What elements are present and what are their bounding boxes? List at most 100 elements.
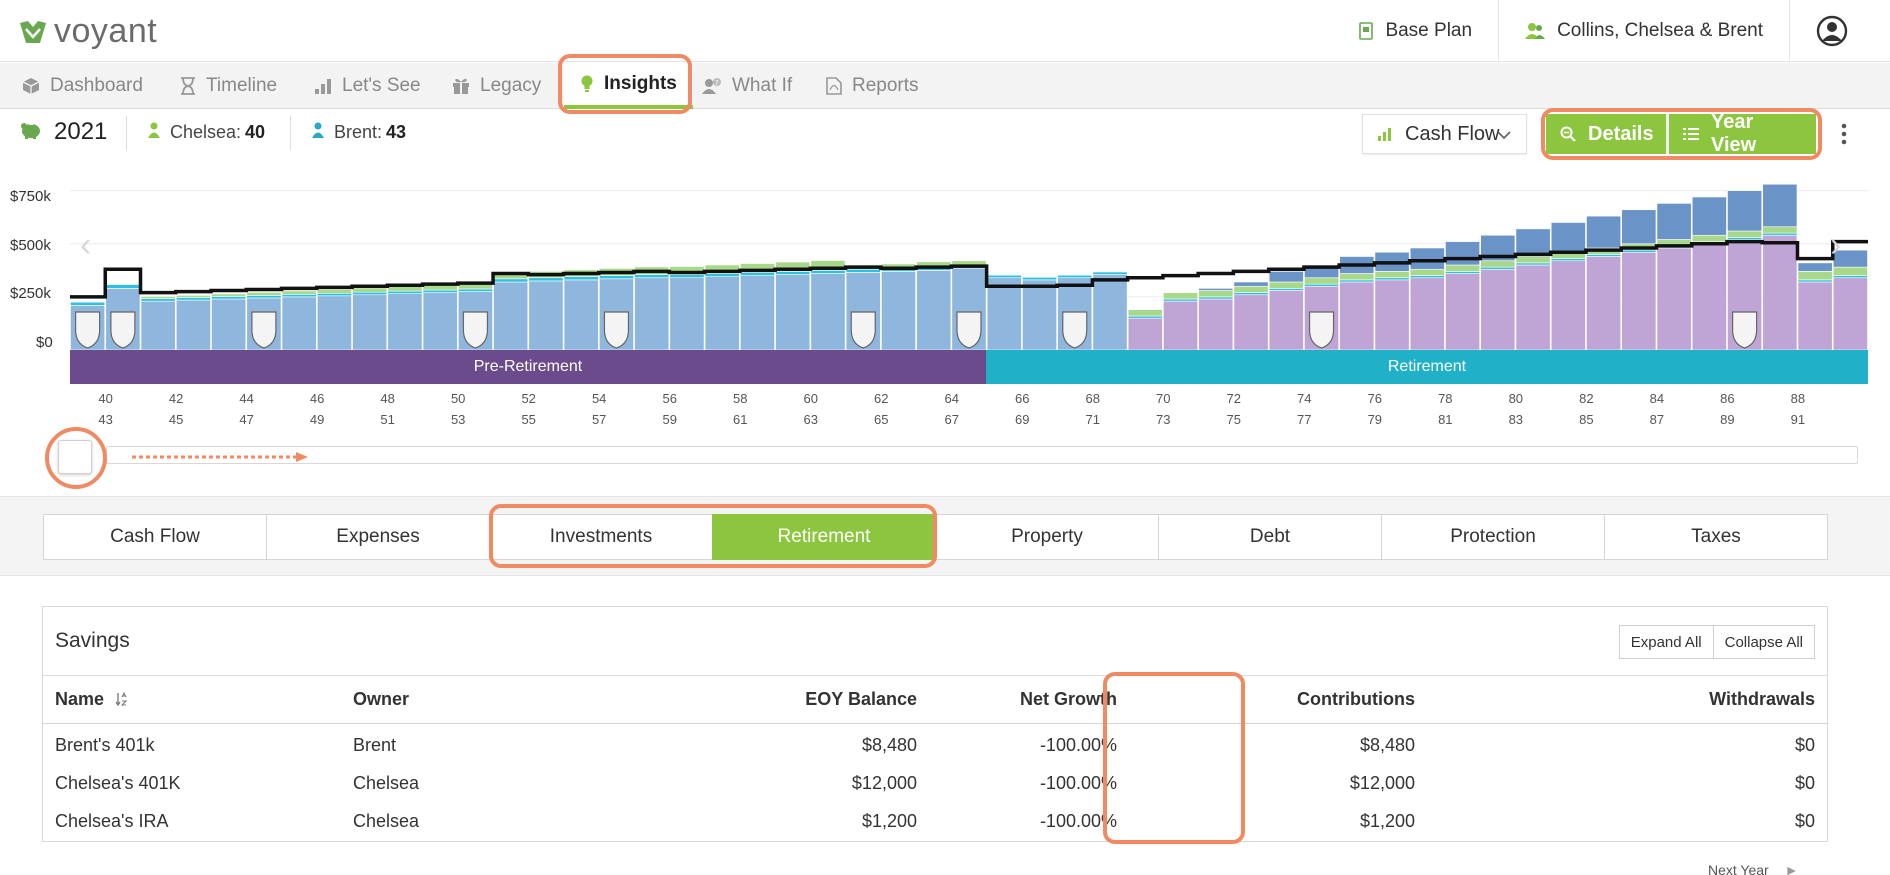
chart-bar-segment [1163,298,1198,302]
collapse-all-button[interactable]: Collapse All [1713,625,1815,659]
chart-prev-arrow-icon[interactable]: ‹ [80,226,91,265]
chart-bar-segment [211,296,247,300]
age-tick-label: 71 [1085,412,1100,427]
divider [43,675,1827,676]
chart-bar-segment [1832,266,1868,276]
chart-bar-segment [634,277,670,351]
chart-bar-segment [704,276,740,351]
age-tick-label: 52 [521,391,536,406]
column-header-net-growth[interactable]: Net Growth [943,689,1117,710]
age-tick-label: 74 [1297,391,1312,406]
savings-panel: Savings Expand All Collapse All Name Own… [42,606,1828,842]
chart-bar-segment [1550,260,1586,351]
chart-bar-segment [175,297,211,301]
tab-investments[interactable]: Investments [489,514,713,560]
tab-label: Taxes [1691,526,1741,547]
age-tick-label: 44 [239,391,254,406]
shield-icon [1062,311,1088,349]
chart-bar-segment [422,289,458,293]
chart-bar-segment [1762,226,1798,234]
chart-bar-segment [563,276,599,281]
chart-bar-segment [1691,196,1727,236]
chart-bar-segment [1268,281,1304,289]
column-header-owner[interactable]: Owner [353,689,409,710]
drag-arrow-icon [132,452,308,462]
column-header-contributions[interactable]: Contributions [1143,689,1415,710]
chart-bar-segment [1198,290,1234,298]
chart-bar-segment [1656,247,1692,351]
age-tick-label: 77 [1297,412,1312,427]
tab-retirement[interactable]: Retirement [712,514,936,560]
age-tick-label: 80 [1508,391,1524,406]
column-label: Name [55,689,105,709]
cell-owner: Brent [353,735,397,755]
age-tick-label: 68 [1085,391,1100,406]
chart-bar-segment [845,268,881,273]
chart-bar-segment [70,301,106,306]
tab-label: Debt [1249,526,1291,547]
tab-label: Protection [1450,526,1536,547]
chart-bar-segment [1656,203,1692,240]
age-tick-label: 40 [98,391,113,406]
tab-protection[interactable]: Protection [1381,514,1605,560]
tab-label: Property [1011,526,1083,547]
age-tick-label: 42 [168,391,184,406]
chart-bar-segment [1409,268,1445,276]
chart-bar-segment [1233,294,1269,351]
chart-bar-segment [775,274,811,351]
cash-flow-chart[interactable] [0,0,1890,360]
chart-next-arrow-icon[interactable]: › [1830,226,1841,265]
chart-bar-segment [916,270,952,351]
chart-bar-segment [1586,256,1622,351]
chart-bar-segment [1762,183,1798,228]
chart-bar-segment [1374,271,1410,279]
age-tick-label: 57 [591,412,607,427]
chart-bar-segment [1445,271,1480,274]
age-tick-label: 59 [662,412,677,427]
phase-retirement: Retirement [986,350,1868,384]
chart-bar-segment [1586,254,1622,257]
cell-net-growth: -100.00% [1039,811,1117,831]
column-header-withdrawals[interactable]: Withdrawals [1543,689,1815,710]
chart-bar-segment [1762,232,1798,236]
cell-eoy-balance: $1,200 [861,811,917,831]
chart-bar-segment [1233,285,1269,293]
chart-bar-segment [1480,268,1516,351]
chart-bar-segment [1797,262,1833,272]
chart-bar-segment [1339,281,1375,351]
chart-bar-segment [1515,264,1551,351]
chart-bar-segment [352,291,388,296]
tab-label: Retirement [777,526,871,547]
shield-icon [75,311,101,349]
age-tick-label: 66 [1015,391,1030,406]
column-header-name[interactable]: Name [55,689,128,711]
chart-bar-segment [1832,277,1868,351]
chart-bar-segment [528,280,564,351]
cell-contributions: $8,480 [1359,735,1415,755]
sort-icon[interactable] [115,690,128,711]
chart-bar-segment [352,294,388,351]
age-tick-label: 62 [874,391,889,406]
age-tick-label: 75 [1226,412,1242,427]
chart-bar-segment [1268,271,1304,283]
tab-cash-flow[interactable]: Cash Flow [43,514,267,560]
age-tick-label: 79 [1367,412,1383,427]
age-tick-label: 47 [239,412,254,427]
phase-pre-retirement: Pre-Retirement [70,350,986,384]
tab-debt[interactable]: Debt [1158,514,1382,560]
tab-label: Expenses [336,526,420,547]
chart-bar-segment [211,298,247,351]
shield-icon [1732,311,1758,349]
tab-taxes[interactable]: Taxes [1604,514,1828,560]
next-year-link[interactable]: Next Year ► [1708,862,1798,875]
tab-expenses[interactable]: Expenses [266,514,490,560]
chart-bar-segment [1515,228,1551,257]
column-header-eoy-balance[interactable]: EOY Balance [643,689,917,710]
chart-bar-segment [140,298,176,302]
age-tick-label: 56 [662,391,677,406]
age-tick-label: 63 [803,412,818,427]
age-tick-label: 85 [1579,412,1594,427]
expand-all-button[interactable]: Expand All [1618,625,1714,659]
tab-property[interactable]: Property [935,514,1159,560]
timeline-scrollbar[interactable] [106,446,1858,464]
